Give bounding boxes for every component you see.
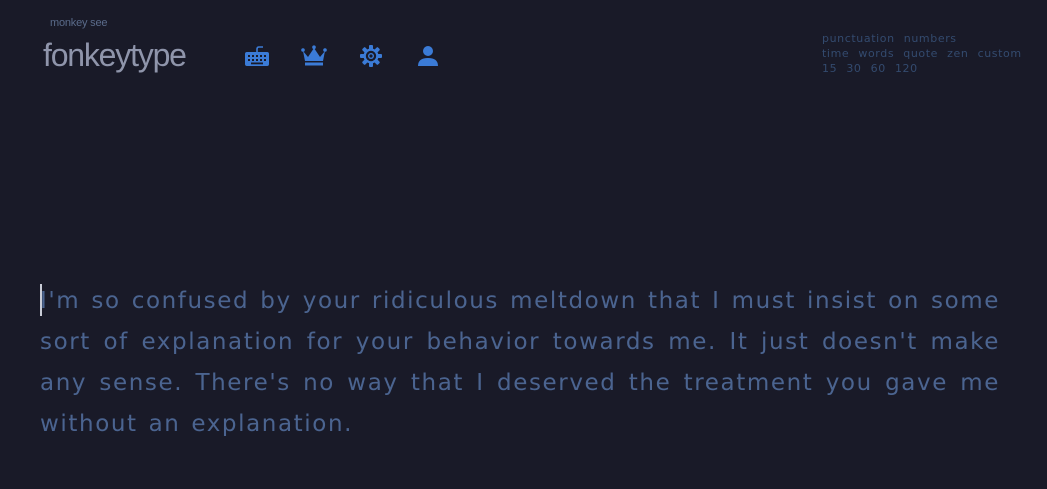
time-60[interactable]: 60 [871,62,886,75]
mode-custom[interactable]: custom [978,47,1022,60]
settings-button[interactable] [356,42,386,70]
time-30[interactable]: 30 [846,62,861,75]
config-row-durations: 15 30 60 120 [822,61,1022,76]
config-row-modifiers: punctuation numbers [822,31,1022,46]
mode-quote[interactable]: quote [903,47,938,60]
crown-icon [301,45,327,67]
gear-icon [359,44,383,68]
time-120[interactable]: 120 [895,62,918,75]
numbers-toggle[interactable]: numbers [904,32,957,45]
leaderboards-button[interactable] [299,42,329,70]
typing-test-words[interactable]: I'm so confused by your ridiculous meltd… [40,281,1000,445]
mode-words[interactable]: words [858,47,894,60]
keyboard-button[interactable] [242,42,272,70]
mode-time[interactable]: time [822,47,849,60]
test-config: punctuation numbers time words quote zen… [822,31,1022,76]
logo-tagline: monkey see [50,17,108,29]
user-icon [416,44,440,68]
top-bar: monkey see fonkeytype punctuation number… [0,0,1047,100]
punctuation-toggle[interactable]: punctuation [822,32,895,45]
keyboard-icon [244,45,270,67]
mode-zen[interactable]: zen [947,47,968,60]
logo-text[interactable]: fonkeytype [43,36,187,74]
account-button[interactable] [413,42,443,70]
config-row-modes: time words quote zen custom [822,46,1022,61]
time-15[interactable]: 15 [822,62,837,75]
